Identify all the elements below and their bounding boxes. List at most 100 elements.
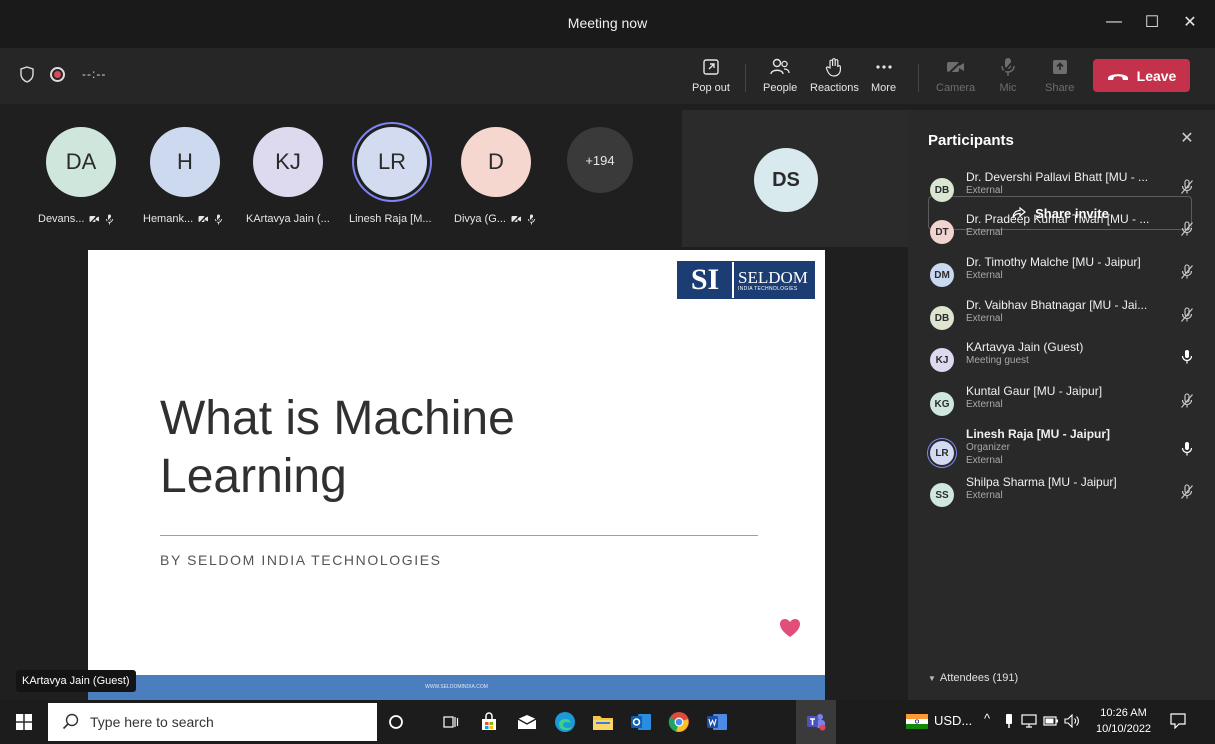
- minimize-button[interactable]: —: [1098, 8, 1130, 36]
- participant-row[interactable]: DB Dr. Vaibhav Bhatnagar [MU - Jai... Exte…: [928, 298, 1198, 342]
- participant-row[interactable]: DM Dr. Timothy Malche [MU - Jaipur] Extern…: [928, 255, 1198, 299]
- participant-row[interactable]: KJ KArtavya Jain (Guest) Meeting guest: [928, 340, 1198, 384]
- participant-role: External: [966, 185, 1003, 196]
- participant-avatar: DB: [930, 178, 954, 202]
- outlook-icon[interactable]: [627, 708, 655, 736]
- attendees-label: Attendees (191): [939, 672, 1019, 684]
- participant-name: Shilpa Sharma [MU - Jaipur]: [966, 475, 1117, 489]
- camera-button[interactable]: Camera: [936, 56, 975, 102]
- participant-name: KArtavya Jain (Guest): [966, 340, 1084, 354]
- gallery-avatar[interactable]: KJ: [253, 127, 323, 197]
- reactions-button[interactable]: Reactions: [810, 56, 859, 102]
- cortana-icon[interactable]: [382, 708, 410, 736]
- chrome-icon[interactable]: [665, 708, 693, 736]
- mic-off-icon: [527, 214, 536, 224]
- camera-off-icon: [198, 214, 209, 224]
- search-placeholder: Type here to search: [90, 714, 214, 730]
- gallery-name-caption: Hemank...: [143, 213, 224, 225]
- leave-button[interactable]: Leave: [1093, 59, 1190, 92]
- maximize-button[interactable]: ☐: [1136, 8, 1168, 36]
- pop-out-button[interactable]: Pop out: [692, 56, 730, 102]
- share-button[interactable]: Share: [1045, 56, 1074, 102]
- heart-reaction-icon: [780, 619, 800, 637]
- people-button[interactable]: People: [763, 56, 797, 102]
- title-bar: Meeting now — ☐ ✕: [0, 0, 1215, 48]
- edge-icon[interactable]: [551, 708, 579, 736]
- task-view-icon[interactable]: [437, 708, 465, 736]
- leave-label: Leave: [1136, 67, 1177, 84]
- meeting-timer: --:--: [82, 67, 107, 81]
- clock-time: 10:26 AM: [1100, 707, 1147, 719]
- pop-out-icon: [702, 56, 720, 78]
- gallery-name: Divya (G...: [454, 213, 506, 225]
- mic-on-icon: [1181, 350, 1193, 364]
- mic-muted-icon: [1181, 484, 1193, 499]
- clock-date: 10/10/2022: [1096, 723, 1152, 735]
- gallery-avatar[interactable]: D: [461, 127, 531, 197]
- participant-avatar: KG: [930, 392, 954, 416]
- windows-start-icon[interactable]: [16, 714, 32, 730]
- participant-role: External: [966, 270, 1003, 281]
- network-icon[interactable]: [1021, 714, 1037, 728]
- chevron-up-icon[interactable]: ^: [984, 711, 990, 726]
- hang-up-icon: [1107, 73, 1128, 80]
- store-icon[interactable]: [475, 708, 503, 736]
- shield-icon[interactable]: [20, 66, 34, 83]
- participant-name: Linesh Raja [MU - Jaipur]: [966, 427, 1111, 441]
- gallery-avatar[interactable]: DA: [46, 127, 116, 197]
- mic-muted-icon: [1181, 264, 1193, 279]
- mic-button[interactable]: Mic: [999, 56, 1017, 102]
- usb-drive-icon[interactable]: [1004, 713, 1014, 729]
- search-icon: [62, 713, 79, 730]
- gallery-avatar[interactable]: LR: [357, 127, 427, 197]
- mail-icon[interactable]: [513, 708, 541, 736]
- more-label: More: [871, 82, 897, 94]
- camera-off-icon: [511, 214, 521, 224]
- more-button[interactable]: More: [871, 56, 896, 102]
- battery-icon[interactable]: [1043, 715, 1059, 727]
- participant-name: Dr. Devershi Pallavi Bhatt [MU - ...: [966, 170, 1149, 184]
- share-tray-icon: [1051, 56, 1069, 78]
- mic-muted-icon: [1181, 179, 1193, 194]
- mic-label: Mic: [999, 82, 1017, 94]
- notifications-icon[interactable]: [1170, 713, 1186, 729]
- gallery-avatar[interactable]: H: [150, 127, 220, 197]
- slide-footer-url: WWW.SELDOMINDIA.COM: [425, 684, 488, 690]
- close-window-button[interactable]: ✕: [1174, 8, 1206, 36]
- currency-widget[interactable]: USD...: [934, 713, 972, 728]
- word-icon[interactable]: [703, 708, 731, 736]
- close-panel-button[interactable]: ✕: [1177, 128, 1197, 148]
- taskbar-clock[interactable]: 10:26 AM 10/10/2022: [1096, 705, 1151, 737]
- participant-row[interactable]: DT Dr. Pradeep Kumar Tiwari [MU - ... Exte…: [928, 212, 1198, 256]
- toolbar-divider: [745, 64, 746, 92]
- participant-avatar: LR: [930, 441, 954, 465]
- teams-meeting-window: Meeting now — ☐ ✕ --:-- Pop out People R…: [0, 0, 1215, 744]
- participant-name: Kuntal Gaur [MU - Jaipur]: [966, 384, 1103, 398]
- participant-role: Meeting guest: [966, 355, 1029, 366]
- slide-subtitle: BY SELDOM INDIA TECHNOLOGIES: [160, 552, 442, 568]
- teams-icon[interactable]: [802, 708, 830, 736]
- more-participants-tile[interactable]: +194: [567, 127, 633, 193]
- camera-off-icon: [945, 56, 967, 78]
- participant-avatar: DB: [930, 306, 954, 330]
- participant-row[interactable]: SS Shilpa Sharma [MU - Jaipur] External: [928, 475, 1198, 519]
- active-speaker-badge: KArtavya Jain (Guest): [16, 670, 136, 692]
- taskbar-search-box[interactable]: Type here to search: [48, 703, 377, 741]
- panel-title: Participants: [928, 132, 1014, 149]
- participant-row[interactable]: DB Dr. Devershi Pallavi Bhatt [MU - ... Ex…: [928, 170, 1198, 214]
- slide-footer-bar: WWW.SELDOMINDIA.COM: [88, 675, 825, 700]
- volume-icon[interactable]: [1064, 714, 1080, 728]
- reactions-label: Reactions: [810, 82, 859, 94]
- gallery-name-caption: Devans...: [38, 213, 115, 225]
- participant-name: Dr. Pradeep Kumar Tiwari [MU - ...: [966, 212, 1150, 226]
- participant-row[interactable]: KG Kuntal Gaur [MU - Jaipur] External: [928, 384, 1198, 428]
- gallery-name: Linesh Raja [M...: [349, 213, 432, 225]
- participant-row[interactable]: LR Linesh Raja [MU - Jaipur] Organizer Exte…: [928, 427, 1198, 471]
- file-explorer-icon[interactable]: [589, 708, 617, 736]
- spotlight-avatar: DS: [754, 148, 818, 212]
- mic-muted-icon: [1181, 307, 1193, 322]
- mic-muted-icon: [1181, 221, 1193, 236]
- attendees-section-header[interactable]: ▼ Attendees (191): [928, 672, 1018, 684]
- participant-avatar: DT: [930, 220, 954, 244]
- participant-name: Dr. Timothy Malche [MU - Jaipur]: [966, 255, 1141, 269]
